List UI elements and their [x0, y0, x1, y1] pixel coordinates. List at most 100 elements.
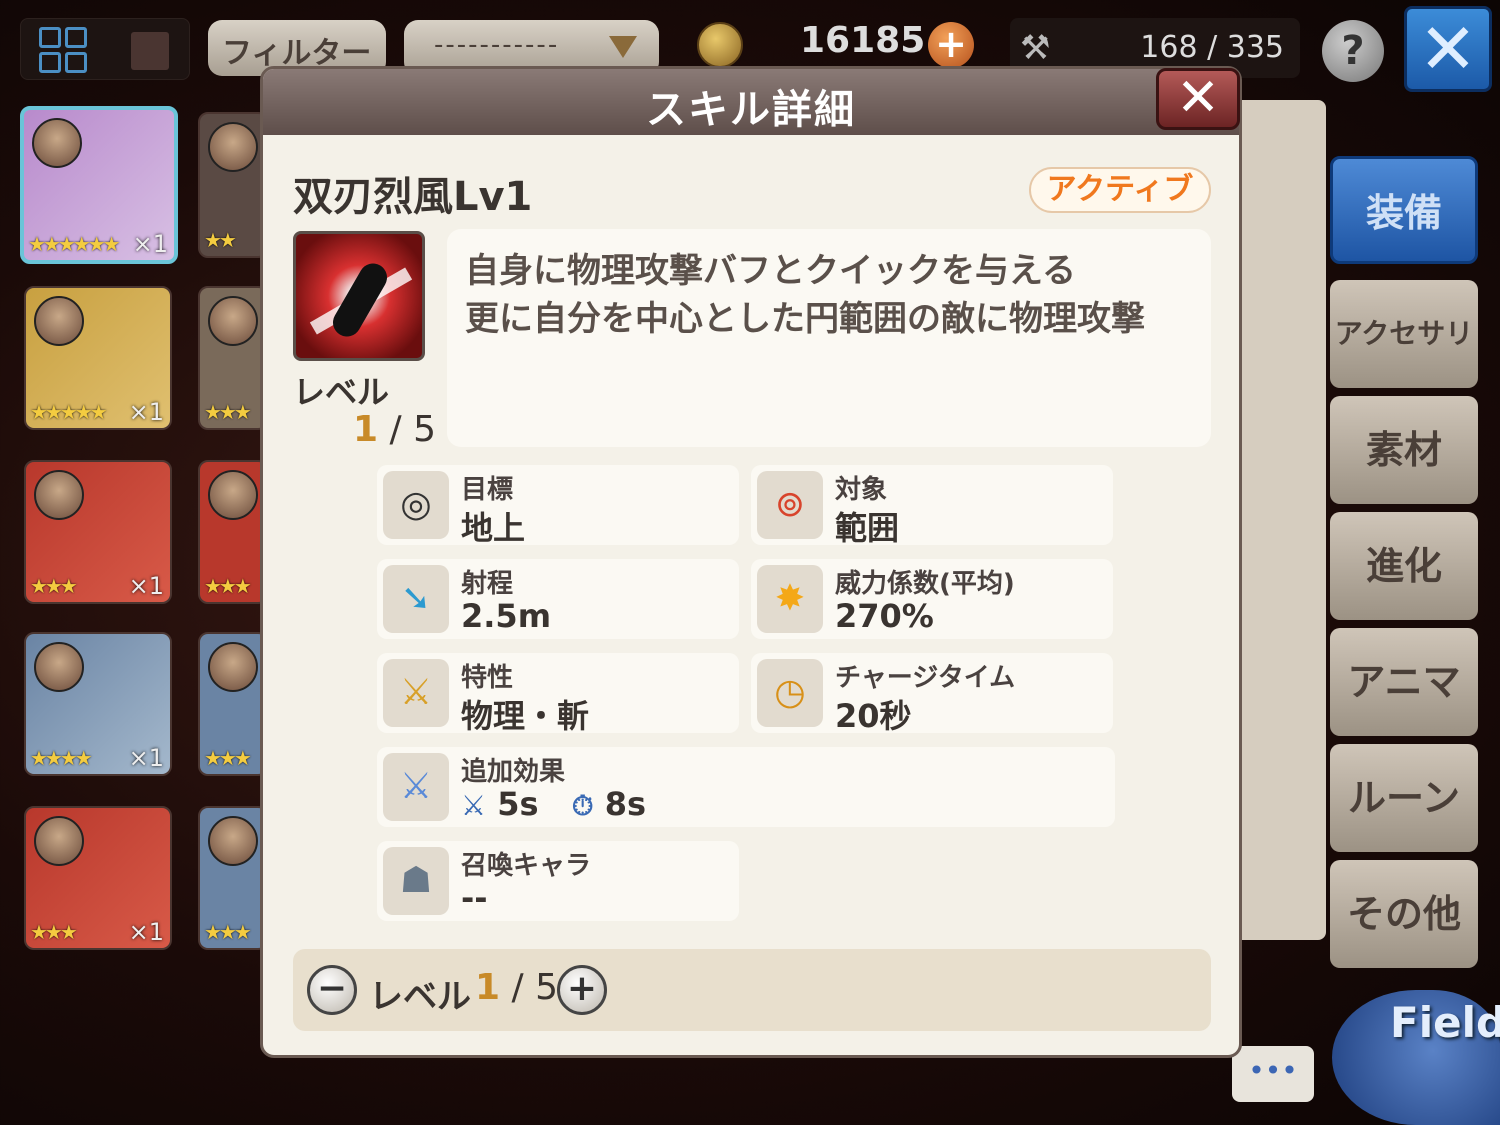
- help-button[interactable]: ?: [1322, 20, 1384, 82]
- stat-value: 範囲: [835, 509, 900, 547]
- tab-rune[interactable]: ルーン: [1330, 744, 1478, 852]
- character-avatar-icon: [34, 296, 84, 346]
- effect-item: ⚔ 5s: [461, 785, 539, 823]
- inventory-item[interactable]: ★★★★★ ×1: [24, 286, 172, 430]
- item-quantity: ×1: [128, 744, 164, 772]
- character-avatar-icon: [34, 816, 84, 866]
- description-line: 自身に物理攻撃バフとクイックを与える: [465, 251, 1076, 291]
- stat-label: 対象: [835, 475, 888, 505]
- inventory-item[interactable]: ★★: [198, 112, 268, 258]
- item-quantity: ×1: [128, 918, 164, 946]
- inventory-item[interactable]: ★★★: [198, 460, 268, 604]
- inventory-item[interactable]: ★★★: [198, 286, 268, 430]
- rarity-stars: ★★★★★: [30, 400, 108, 424]
- item-quantity: ×1: [128, 572, 164, 600]
- effect-duration: 5s: [497, 785, 539, 823]
- inventory-count: 168 / 335: [1140, 30, 1284, 65]
- tab-anima[interactable]: アニマ: [1330, 628, 1478, 736]
- character-avatar-icon: [208, 122, 258, 172]
- stat-power: ✸ 威力係数(平均) 270%: [751, 559, 1113, 639]
- tab-accessory[interactable]: アクセサリ: [1330, 280, 1478, 388]
- sword-icon: ⚔: [383, 659, 449, 727]
- stat-label: 射程: [461, 569, 514, 599]
- level-bar-max: / 5: [511, 967, 558, 1008]
- skill-name: 双刃烈風Lv1: [293, 174, 533, 220]
- list-view-icon[interactable]: [131, 32, 169, 70]
- level-decrease-button[interactable]: −: [307, 965, 357, 1015]
- skill-level-current: 1: [353, 409, 379, 450]
- dialog-close-button[interactable]: ✕: [1156, 68, 1240, 130]
- gil-coin-icon: [697, 22, 743, 68]
- level-bar-current: 1: [475, 967, 501, 1008]
- stat-value: --: [461, 879, 488, 917]
- stat-summon: ☗ 召喚キャラ --: [377, 841, 739, 921]
- rarity-stars: ★★★: [204, 746, 252, 770]
- rarity-stars: ★★★: [204, 920, 252, 944]
- extra-effects: ⚔ 5s ⏱ 8s: [461, 785, 668, 823]
- stat-label: 特性: [461, 663, 514, 693]
- item-quantity: ×1: [128, 398, 164, 426]
- close-screen-button[interactable]: ✕: [1404, 6, 1492, 92]
- tab-equip[interactable]: 装備: [1330, 156, 1478, 264]
- stat-value: 2.5m: [461, 597, 552, 635]
- tab-material[interactable]: 素材: [1330, 396, 1478, 504]
- stat-charge: ◷ チャージタイム 20秒: [751, 653, 1113, 735]
- character-avatar-icon: [32, 118, 82, 168]
- tab-evolve[interactable]: 進化: [1330, 512, 1478, 620]
- stat-label: チャージタイム: [835, 663, 1016, 693]
- inventory-item[interactable]: ★★★: [198, 632, 268, 776]
- character-avatar-icon: [208, 642, 258, 692]
- stat-attribute: ⚔ 特性 物理・斬: [377, 653, 739, 735]
- add-gil-button[interactable]: +: [928, 22, 974, 68]
- rarity-stars: ★★★: [204, 574, 252, 598]
- tab-other[interactable]: その他: [1330, 860, 1478, 968]
- stat-object: ⊚ 対象 範囲: [751, 465, 1113, 547]
- rarity-stars: ★★★: [30, 574, 78, 598]
- skill-level-max: / 5: [389, 409, 436, 450]
- skill-detail-dialog: スキル詳細 双刃烈風Lv1 アクティブ レベル 1 / 5 自身に物理攻撃バフと…: [260, 66, 1242, 1058]
- effect-duration: 8s: [604, 785, 646, 823]
- stat-label: 召喚キャラ: [461, 851, 592, 881]
- inventory-item[interactable]: ★★★ ×1: [24, 460, 172, 604]
- range-arrow-icon: ➘: [383, 565, 449, 633]
- summon-creature-icon: ☗: [383, 847, 449, 915]
- item-quantity: ×1: [132, 230, 168, 258]
- axe-icon: ⚒: [1020, 28, 1051, 68]
- inventory-item[interactable]: ★★★★ ×1: [24, 632, 172, 776]
- rarity-stars: ★★: [204, 228, 237, 252]
- character-avatar-icon: [208, 470, 258, 520]
- level-control-bar: − レベル 1 / 5 +: [293, 949, 1211, 1031]
- crosshair-icon: ◎: [383, 471, 449, 539]
- chat-button[interactable]: •••: [1232, 1046, 1314, 1102]
- rarity-stars: ★★★: [30, 920, 78, 944]
- dashing-figure: [327, 258, 393, 342]
- stat-range: ➘ 射程 2.5m: [377, 559, 739, 639]
- inventory-item[interactable]: ★★★ ×1: [24, 806, 172, 950]
- skill-level-label: レベル: [293, 373, 390, 411]
- character-avatar-icon: [34, 642, 84, 692]
- dialog-title: スキル詳細: [646, 87, 856, 133]
- skill-level-value: 1 / 5: [353, 409, 436, 450]
- grid-view-icon[interactable]: [39, 27, 87, 73]
- inventory-item[interactable]: ★★★★★★ ×1: [20, 106, 178, 264]
- explosion-icon: ✸: [757, 565, 823, 633]
- field-button-label[interactable]: Field: [1390, 998, 1500, 1047]
- rarity-stars: ★★★★: [30, 746, 93, 770]
- character-avatar-icon: [34, 470, 84, 520]
- quick-clock-icon: ⏱: [571, 789, 594, 822]
- dialog-header: スキル詳細: [263, 69, 1239, 135]
- sort-select-value: -----------: [434, 30, 560, 60]
- stat-label: 威力係数(平均): [835, 569, 1015, 599]
- skill-icon: [293, 231, 425, 361]
- inventory-item[interactable]: ★★★: [198, 806, 268, 950]
- level-increase-button[interactable]: +: [557, 965, 607, 1015]
- stat-target: ◎ 目標 地上: [377, 465, 739, 547]
- effect-item: ⏱ 8s: [572, 785, 646, 823]
- detail-panel-background: [1230, 100, 1326, 940]
- stat-value: 270%: [835, 597, 934, 635]
- skill-description: 自身に物理攻撃バフとクイックを与える 更に自分を中心とした円範囲の敵に物理攻撃: [447, 229, 1211, 447]
- level-bar-value: 1 / 5: [475, 967, 558, 1008]
- view-toggle[interactable]: [20, 18, 190, 80]
- character-avatar-icon: [208, 296, 258, 346]
- stat-label: 目標: [461, 475, 514, 505]
